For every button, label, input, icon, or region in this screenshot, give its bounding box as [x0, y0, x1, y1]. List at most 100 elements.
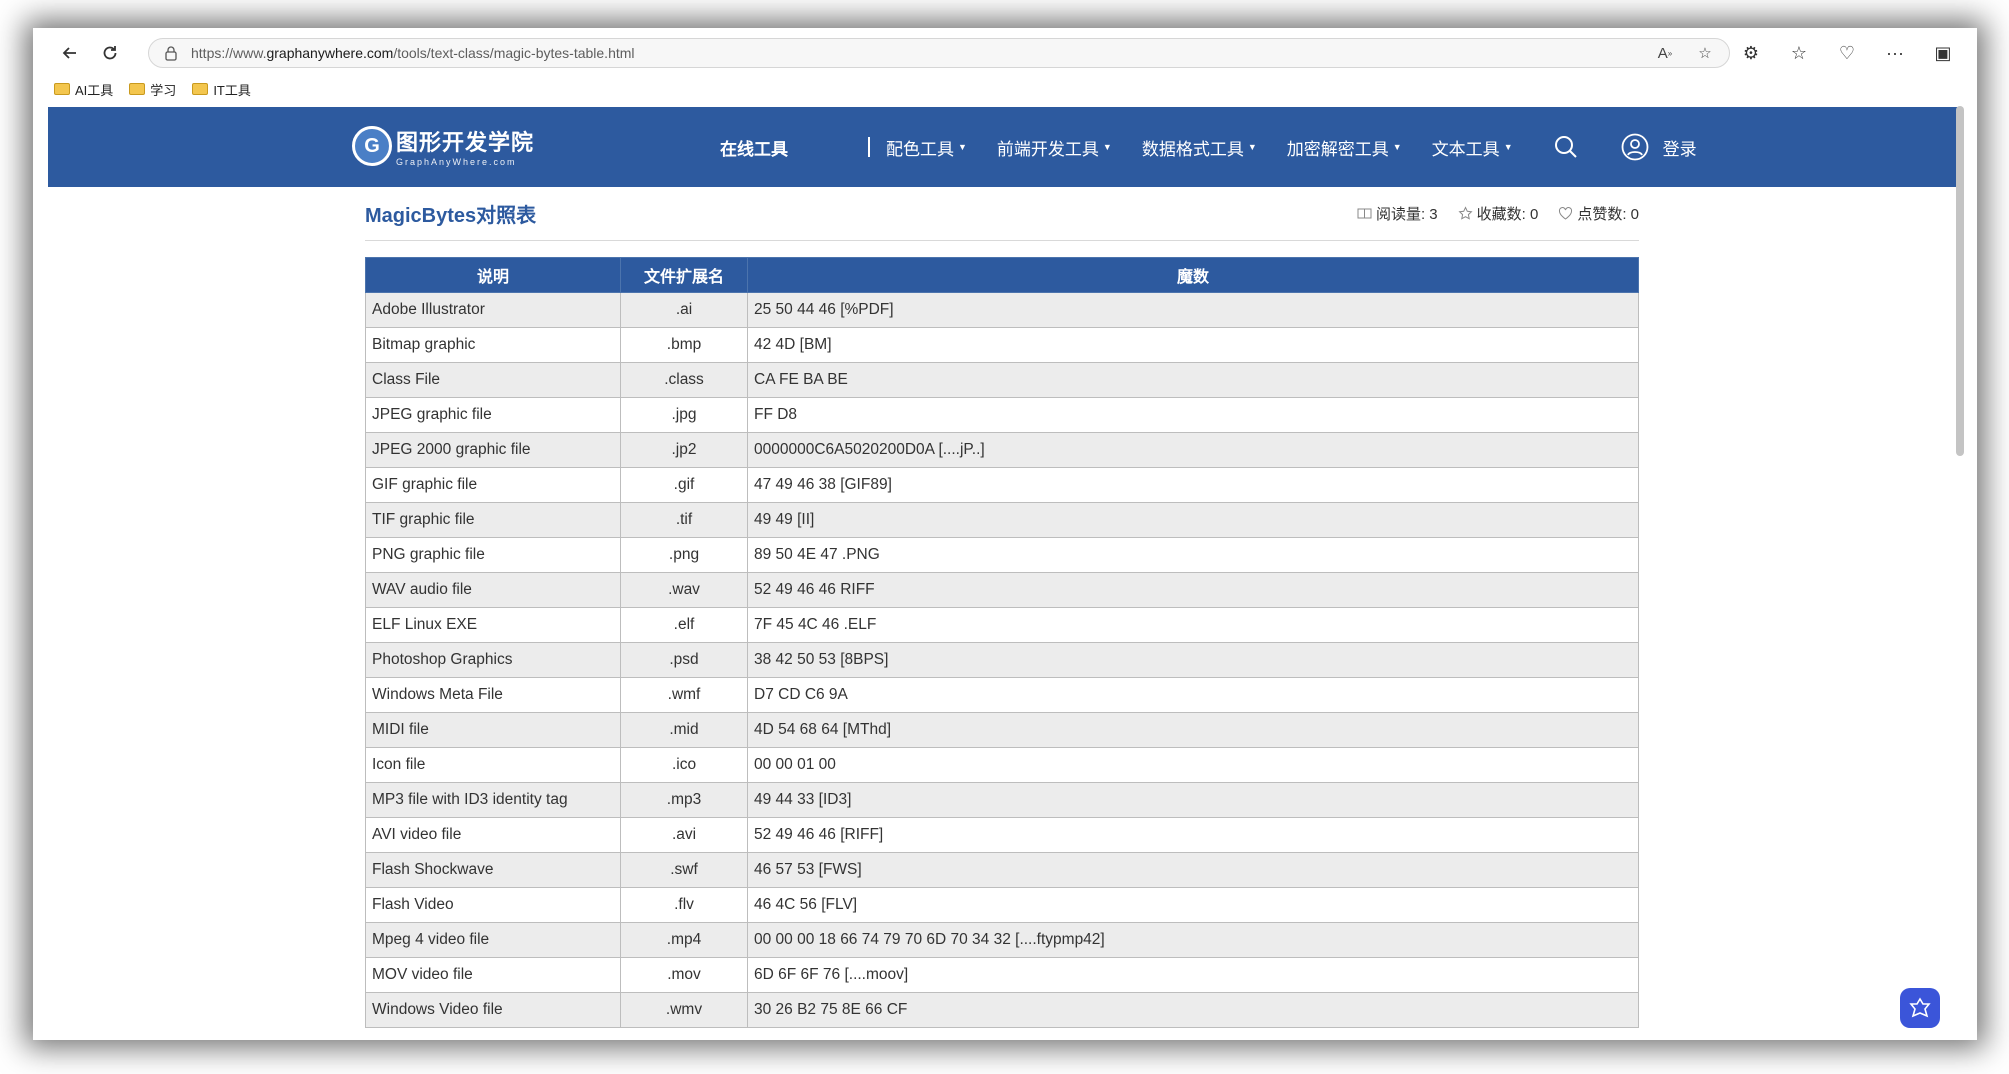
- cell-description: MOV video file: [365, 957, 621, 993]
- table-row: JPEG graphic file .jpg FF D8: [365, 397, 1639, 433]
- cell-magic-number: 30 26 B2 75 8E 66 CF: [747, 992, 1639, 1028]
- nav-data-format-tools[interactable]: 数据格式工具 ▼: [1142, 135, 1257, 160]
- cell-magic-number: FF D8: [747, 397, 1639, 433]
- table-row: Mpeg 4 video file .mp4 00 00 00 18 66 74 7…: [365, 922, 1639, 958]
- cell-extension: .bmp: [620, 327, 748, 363]
- cell-extension: .gif: [620, 467, 748, 503]
- caret-down-icon: ▼: [1102, 142, 1112, 152]
- cell-extension: .ai: [620, 292, 748, 328]
- cell-extension: .jp2: [620, 432, 748, 468]
- cell-description: Class File: [365, 362, 621, 398]
- nav-label: 配色工具: [886, 139, 954, 159]
- nav-text-tools[interactable]: 文本工具 ▼: [1432, 135, 1513, 160]
- cell-magic-number: 46 4C 56 [FLV]: [747, 887, 1639, 923]
- logo-emblem-icon: G: [352, 126, 392, 166]
- cell-extension: .mov: [620, 957, 748, 993]
- cell-magic-number: 49 44 33 [ID3]: [747, 782, 1639, 818]
- table-row: Bitmap graphic .bmp 42 4D [BM]: [365, 327, 1639, 363]
- read-aloud-icon[interactable]: A»: [1655, 43, 1675, 63]
- favorites-icon[interactable]: ☆: [1786, 40, 1812, 66]
- cell-description: Bitmap graphic: [365, 327, 621, 363]
- cell-magic-number: D7 CD C6 9A: [747, 677, 1639, 713]
- like-count[interactable]: 点赞数: 0: [1558, 203, 1639, 224]
- cell-description: JPEG graphic file: [365, 397, 621, 433]
- cell-description: Windows Video file: [365, 992, 621, 1028]
- favorite-count[interactable]: 收藏数: 0: [1458, 203, 1538, 224]
- sidebar-toggle-icon[interactable]: ▣: [1930, 40, 1956, 66]
- bookmark-it-tools[interactable]: IT工具: [192, 78, 251, 100]
- cell-extension: .elf: [620, 607, 748, 643]
- search-icon[interactable]: [1553, 134, 1579, 160]
- user-icon: [1621, 133, 1649, 161]
- bookmarks-bar: AI工具 学习 IT工具: [54, 78, 251, 100]
- refresh-button[interactable]: [90, 36, 130, 70]
- table-row: Adobe Illustrator .ai 25 50 44 46 [%PDF]: [365, 292, 1639, 328]
- cell-magic-number: 49 49 [II]: [747, 502, 1639, 538]
- table-row: PNG graphic file .png 89 50 4E 47 .PNG: [365, 537, 1639, 573]
- nav-color-tools[interactable]: 配色工具 ▼: [886, 135, 967, 160]
- nav-crypto-tools[interactable]: 加密解密工具 ▼: [1287, 135, 1402, 160]
- cell-extension: .wmf: [620, 677, 748, 713]
- nav-label: 加密解密工具: [1286, 139, 1389, 159]
- book-icon: [1357, 208, 1372, 219]
- browser-essentials-icon[interactable]: ♡: [1834, 40, 1860, 66]
- main-content: MagicBytes对照表 阅读量: 3 收藏数: 0 点赞数: 0 说明 文件…: [365, 187, 1639, 1028]
- address-bar[interactable]: https://www.graphanywhere.com/tools/text…: [148, 38, 1730, 68]
- login-link[interactable]: 登录: [1621, 133, 1697, 161]
- bookmark-label: 学习: [150, 82, 177, 98]
- cell-description: ELF Linux EXE: [365, 607, 621, 643]
- cell-extension: .mid: [620, 712, 748, 748]
- more-menu-icon[interactable]: ···: [1882, 40, 1908, 66]
- cell-description: TIF graphic file: [365, 502, 621, 538]
- site-logo[interactable]: G 图形开发学院 GraphAnyWhere.com: [352, 125, 534, 167]
- toolbar-right: ⚙ ☆ ♡ ··· ▣: [1738, 40, 1956, 66]
- heart-icon: [1559, 207, 1573, 220]
- table-row: Class File .class CA FE BA BE: [365, 362, 1639, 398]
- table-row: MP3 file with ID3 identity tag .mp3 49 44 …: [365, 782, 1639, 818]
- bookmark-ai-tools[interactable]: AI工具: [54, 78, 113, 100]
- header-magic-number: 魔数: [747, 257, 1639, 293]
- cell-magic-number: 52 49 46 46 RIFF: [747, 572, 1639, 608]
- cell-magic-number: 42 4D [BM]: [747, 327, 1639, 363]
- cell-magic-number: 6D 6F 6F 76 [....moov]: [747, 957, 1639, 993]
- table-row: JPEG 2000 graphic file .jp2 0000000C6A5020…: [365, 432, 1639, 468]
- url-domain: graphanywhere.com: [266, 45, 394, 61]
- page-scrollbar[interactable]: [1956, 106, 1964, 456]
- cell-magic-number: 47 49 46 38 [GIF89]: [747, 467, 1639, 503]
- nav-online-tools[interactable]: 在线工具: [720, 135, 788, 160]
- cell-extension: .ico: [620, 747, 748, 783]
- nav-frontend-tools[interactable]: 前端开发工具 ▼: [997, 135, 1112, 160]
- cell-description: PNG graphic file: [365, 537, 621, 573]
- cell-description: JPEG 2000 graphic file: [365, 432, 621, 468]
- cell-description: Flash Shockwave: [365, 852, 621, 888]
- cell-extension: .mp3: [620, 782, 748, 818]
- cell-magic-number: 46 57 53 [FWS]: [747, 852, 1639, 888]
- cell-description: MIDI file: [365, 712, 621, 748]
- read-count-label: 阅读量: 3: [1375, 206, 1438, 223]
- browser-window: https://www.graphanywhere.com/tools/text…: [44, 36, 1966, 1036]
- bookmark-study[interactable]: 学习: [129, 78, 176, 100]
- back-button[interactable]: [50, 36, 90, 70]
- url-text: https://www.graphanywhere.com/tools/text…: [191, 45, 635, 61]
- cell-magic-number: 0000000C6A5020200D0A [....jP..]: [747, 432, 1639, 468]
- nav-label: 数据格式工具: [1141, 139, 1244, 159]
- cell-extension: .swf: [620, 852, 748, 888]
- bookmark-label: IT工具: [213, 82, 251, 98]
- assistant-button[interactable]: [1900, 988, 1940, 1028]
- lock-icon: [165, 46, 177, 61]
- login-label: 登录: [1662, 139, 1697, 159]
- extensions-icon[interactable]: ⚙: [1738, 40, 1764, 66]
- cell-extension: .tif: [620, 502, 748, 538]
- favorite-star-icon[interactable]: ☆: [1695, 43, 1715, 63]
- caret-down-icon: ▼: [1503, 142, 1513, 152]
- assistant-icon: [1909, 997, 1931, 1018]
- cell-description: Photoshop Graphics: [365, 642, 621, 678]
- cell-magic-number: CA FE BA BE: [747, 362, 1639, 398]
- bookmark-label: AI工具: [75, 82, 114, 98]
- cell-extension: .wav: [620, 572, 748, 608]
- cell-description: Icon file: [365, 747, 621, 783]
- folder-icon: [129, 83, 146, 95]
- cell-description: Flash Video: [365, 887, 621, 923]
- title-row: MagicBytes对照表 阅读量: 3 收藏数: 0 点赞数: 0: [365, 187, 1639, 241]
- logo-title: 图形开发学院: [396, 130, 535, 155]
